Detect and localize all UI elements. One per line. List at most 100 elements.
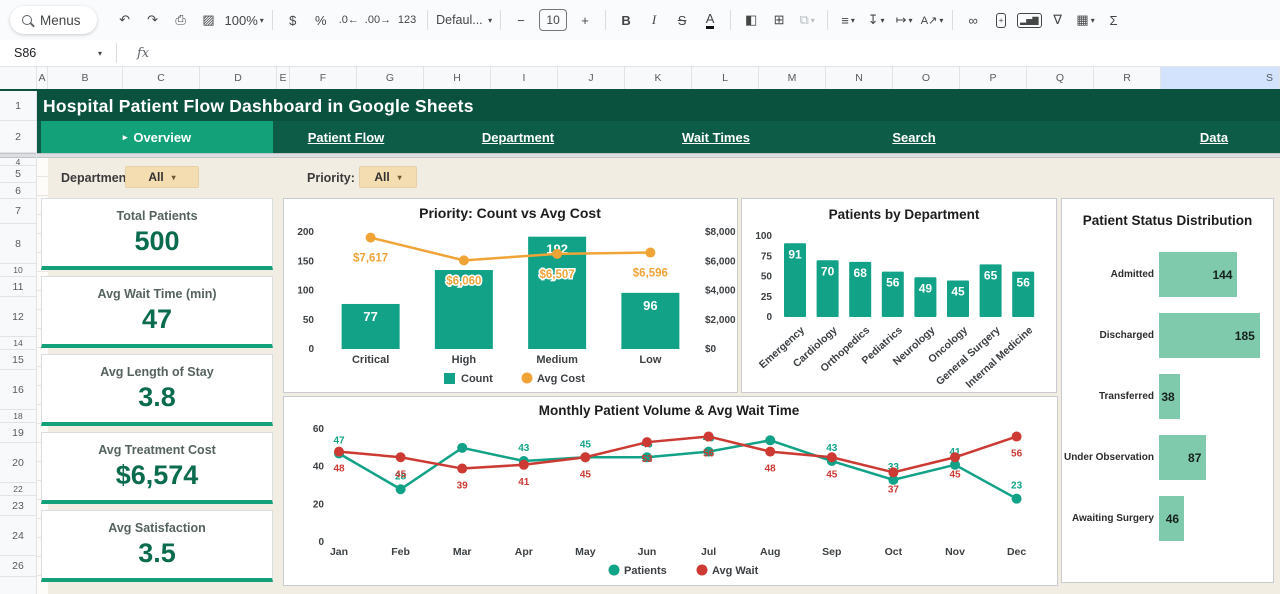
row-header-19[interactable]: 19: [0, 423, 36, 443]
status-label: Under Observation: [1062, 452, 1159, 463]
horizontal-align-button[interactable]: ≡▾: [836, 7, 860, 33]
row-header-18[interactable]: 18: [0, 410, 36, 423]
text-color-button[interactable]: A: [698, 7, 722, 33]
row-header-14[interactable]: 14: [0, 337, 36, 350]
bold-button[interactable]: B: [614, 7, 638, 33]
column-header-I[interactable]: I: [491, 67, 558, 89]
monthly-volume-wait-chart[interactable]: Monthly Patient Volume & Avg Wait Time02…: [283, 396, 1058, 586]
fill-color-button[interactable]: ◧: [739, 7, 763, 33]
merge-cells-button[interactable]: ⧉▾: [795, 7, 819, 33]
row-header-16[interactable]: 16: [0, 370, 36, 410]
column-header-B[interactable]: B: [48, 67, 123, 89]
row-header-1[interactable]: 1: [0, 91, 36, 121]
column-header-C[interactable]: C: [123, 67, 200, 89]
column-header-S[interactable]: S: [1161, 67, 1280, 89]
status-label: Discharged: [1062, 330, 1159, 341]
data-point: [457, 464, 467, 474]
row-header-5[interactable]: 5: [0, 166, 36, 183]
paint-format-button[interactable]: ▨: [197, 7, 221, 33]
insert-link-button[interactable]: ∞: [961, 7, 985, 33]
priority-count-vs-avg-cost-chart[interactable]: Priority: Count vs Avg Cost050100150200$…: [283, 198, 738, 393]
column-header-Q[interactable]: Q: [1027, 67, 1094, 89]
more-formats-button[interactable]: 123: [395, 7, 419, 33]
percent-format-button[interactable]: %: [309, 7, 333, 33]
data-point: [457, 443, 467, 453]
insert-chart-button[interactable]: ▂▅▇: [1017, 7, 1041, 33]
row-header-12[interactable]: 12: [0, 297, 36, 337]
department-filter-dropdown[interactable]: All▾: [125, 166, 199, 188]
row-header-23[interactable]: 23: [0, 496, 36, 516]
column-header-H[interactable]: H: [424, 67, 491, 89]
row-header-24[interactable]: 24: [0, 516, 36, 556]
column-header-F[interactable]: F: [290, 67, 357, 89]
menus-button[interactable]: Menus: [10, 6, 97, 34]
functions-button[interactable]: Σ: [1102, 7, 1126, 33]
row-header-6[interactable]: 6: [0, 183, 36, 199]
legend-count-swatch: [444, 373, 455, 384]
department-filter-label: Department:: [61, 171, 135, 185]
table-views-button[interactable]: ▦▾: [1074, 7, 1098, 33]
insert-comment-button[interactable]: +: [989, 7, 1013, 33]
italic-button[interactable]: I: [642, 7, 666, 33]
column-header-N[interactable]: N: [826, 67, 893, 89]
row-header-20[interactable]: 20: [0, 443, 36, 483]
print-button[interactable]: ⎙: [169, 7, 193, 33]
divider: [827, 10, 828, 30]
row-header-7[interactable]: 7: [0, 199, 36, 224]
strikethrough-button[interactable]: S: [670, 7, 694, 33]
svg-text:Low: Low: [639, 354, 661, 366]
row-header-15[interactable]: 15: [0, 350, 36, 370]
row-header-22[interactable]: 22: [0, 483, 36, 496]
tab-department[interactable]: Department: [482, 121, 554, 153]
column-header-A[interactable]: A: [37, 67, 48, 89]
row-header-11[interactable]: 11: [0, 277, 36, 297]
increase-decimals-button[interactable]: .00→: [365, 7, 391, 33]
redo-button[interactable]: ↷: [141, 7, 165, 33]
text-wrap-button[interactable]: ↦▾: [892, 7, 916, 33]
column-header-M[interactable]: M: [759, 67, 826, 89]
tab-wait-times[interactable]: Wait Times: [682, 121, 750, 153]
decrease-decimals-button[interactable]: .0←: [337, 7, 361, 33]
name-box[interactable]: S86 ▾: [0, 46, 110, 60]
column-header-J[interactable]: J: [558, 67, 625, 89]
patients-by-department-chart[interactable]: Patients by Department025507510091Emerge…: [741, 198, 1057, 393]
column-header-P[interactable]: P: [960, 67, 1027, 89]
chevron-down-icon: ▾: [172, 173, 176, 182]
column-header-D[interactable]: D: [200, 67, 277, 89]
tab-overview[interactable]: ▸Overview: [41, 121, 273, 153]
zoom-select[interactable]: 100%▾: [225, 7, 264, 33]
row-header-26[interactable]: 26: [0, 556, 36, 577]
increase-font-size-button[interactable]: +: [573, 7, 597, 33]
row-header-8[interactable]: 8: [0, 224, 36, 264]
tab-data[interactable]: Data: [1200, 121, 1228, 153]
column-header-R[interactable]: R: [1094, 67, 1161, 89]
row-header-4[interactable]: 4: [0, 158, 36, 166]
column-header-K[interactable]: K: [625, 67, 692, 89]
svg-text:77: 77: [363, 309, 377, 324]
decrease-font-size-button[interactable]: −: [509, 7, 533, 33]
chevron-down-icon: ▾: [881, 16, 885, 25]
fx-icon[interactable]: fx: [137, 46, 149, 61]
borders-button[interactable]: ⊞: [767, 7, 791, 33]
tab-search[interactable]: Search: [892, 121, 935, 153]
row-header-10[interactable]: 10: [0, 264, 36, 277]
text-rotation-button[interactable]: A↗▾: [920, 7, 944, 33]
divider: [730, 10, 731, 30]
column-header-G[interactable]: G: [357, 67, 424, 89]
select-all-corner[interactable]: [0, 67, 37, 89]
currency-format-button[interactable]: $: [281, 7, 305, 33]
column-header-E[interactable]: E: [277, 67, 290, 89]
patient-status-distribution-panel[interactable]: Patient Status Distribution Admitted144D…: [1061, 198, 1274, 583]
font-select[interactable]: Defaul...▾: [436, 7, 492, 33]
formula-bar: S86 ▾ fx: [0, 40, 1280, 67]
vertical-align-button[interactable]: ↧▾: [864, 7, 888, 33]
font-size-input[interactable]: 10: [539, 9, 567, 31]
priority-filter-dropdown[interactable]: All▾: [359, 166, 417, 188]
avg-cost-point: [645, 248, 655, 258]
row-header-2[interactable]: 2: [0, 121, 36, 153]
column-header-O[interactable]: O: [893, 67, 960, 89]
column-header-L[interactable]: L: [692, 67, 759, 89]
create-filter-button[interactable]: ∇: [1046, 7, 1070, 33]
tab-patient-flow[interactable]: Patient Flow: [308, 121, 385, 153]
undo-button[interactable]: ↶: [113, 7, 137, 33]
